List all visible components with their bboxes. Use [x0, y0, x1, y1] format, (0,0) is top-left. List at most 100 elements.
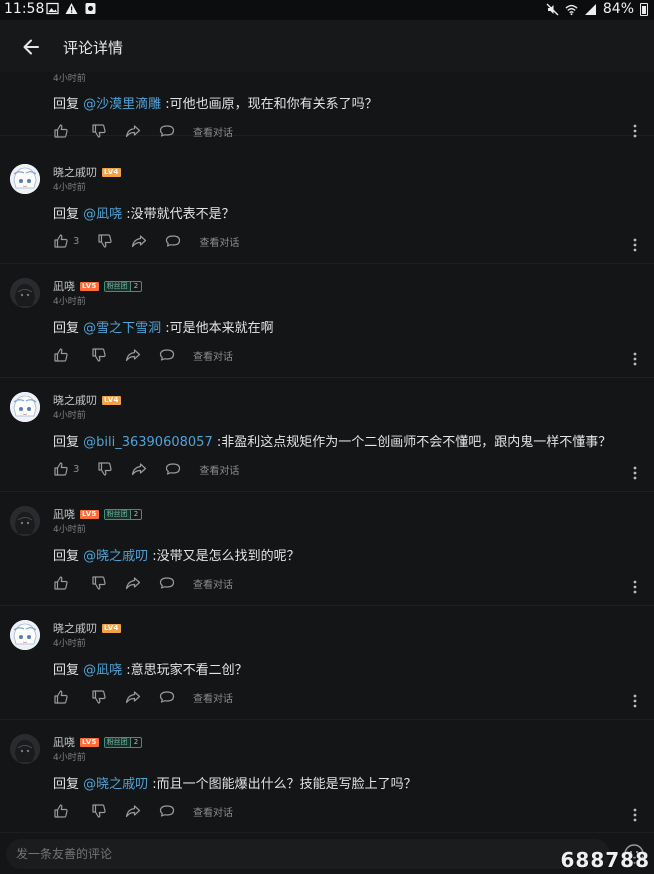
fan-club-name: 粉丝团	[104, 737, 130, 747]
thumbs-up-icon	[54, 690, 68, 704]
user-name[interactable]: 凪哓	[53, 734, 75, 750]
view-dialog-link[interactable]: 查看对话	[199, 234, 239, 249]
mention-link[interactable]: @晓之戚叨	[83, 549, 148, 564]
thumbs-up-icon	[54, 124, 68, 138]
comment-bubble-icon	[166, 235, 181, 247]
anime-avatar-image	[10, 620, 40, 650]
user-name[interactable]: 凪哓	[53, 278, 75, 294]
view-dialog-link[interactable]: 查看对话	[193, 804, 233, 819]
like-button[interactable]	[53, 803, 73, 819]
user-name[interactable]: 晓之戚叨	[53, 620, 97, 636]
share-button[interactable]	[125, 347, 141, 363]
like-button[interactable]	[53, 575, 73, 591]
dislike-button[interactable]	[91, 689, 107, 705]
reply-button[interactable]	[159, 347, 175, 363]
reply-button[interactable]	[159, 575, 175, 591]
watermark: 688788	[560, 848, 650, 872]
dislike-button[interactable]	[91, 347, 107, 363]
dislike-button[interactable]	[91, 803, 107, 819]
share-button[interactable]	[125, 123, 141, 139]
more-vertical-icon[interactable]	[630, 465, 640, 481]
mention-link[interactable]: @bili_36390608057	[83, 435, 213, 450]
mention-link[interactable]: @凪哓	[83, 207, 122, 222]
share-button[interactable]	[131, 461, 147, 477]
reply-button[interactable]	[159, 689, 175, 705]
reply-prefix: 回复	[53, 549, 84, 564]
user-name-row: 凪哓 LV5 粉丝团 2	[53, 278, 143, 294]
reply-content: 回复 @凪哓 :没带就代表不是？	[53, 203, 235, 222]
mention-link[interactable]: @凪哓	[83, 663, 122, 678]
mention-link[interactable]: @晓之戚叨	[83, 777, 148, 792]
avatar[interactable]	[10, 278, 40, 308]
comment-input[interactable]	[6, 839, 610, 869]
avatar[interactable]	[10, 392, 40, 422]
like-button[interactable]	[53, 347, 73, 363]
reply-prefix: 回复	[53, 207, 84, 222]
reply-content: 回复 @雪之下雪洞 :可是他本来就在啊	[53, 317, 274, 336]
like-count: 3	[73, 463, 80, 475]
thumbs-down-icon	[92, 804, 106, 818]
reply-prefix: 回复	[53, 97, 84, 112]
avatar[interactable]	[10, 734, 40, 764]
share-icon	[132, 235, 147, 248]
share-icon	[125, 125, 141, 138]
reply-time: 4小时前	[53, 525, 86, 535]
fan-club-name: 粉丝团	[104, 509, 130, 519]
view-dialog-link[interactable]: 查看对话	[199, 462, 239, 477]
view-dialog-link[interactable]: 查看对话	[193, 348, 233, 363]
avatar[interactable]	[10, 164, 40, 194]
like-button[interactable]: 3	[53, 233, 79, 249]
share-button[interactable]	[125, 803, 141, 819]
user-name[interactable]: 凪哓	[53, 506, 75, 522]
reply-time: 4小时前	[53, 297, 86, 307]
thumbs-up-icon	[54, 576, 68, 590]
view-dialog-link[interactable]: 查看对话	[193, 124, 233, 139]
share-button[interactable]	[131, 233, 147, 249]
avatar[interactable]	[10, 506, 40, 536]
like-button[interactable]: 3	[53, 461, 79, 477]
fan-club-badge[interactable]: 粉丝团 2	[103, 280, 143, 292]
like-button[interactable]	[53, 123, 73, 139]
user-name-row: 凪哓 LV5 粉丝团 2	[53, 506, 143, 522]
avatar[interactable]	[10, 620, 40, 650]
dislike-button[interactable]	[97, 233, 113, 249]
reply-item: 晓之戚叨 LV4 4小时前 回复 @凪哓 :意思玩家不看二创？ 查看对话	[0, 606, 654, 720]
view-dialog-link[interactable]: 查看对话	[193, 576, 233, 591]
more-vertical-icon[interactable]	[630, 579, 640, 595]
reply-item: 凪哓 LV5 粉丝团 2 4小时前 回复 @雪之下雪洞 :可是他本来就在啊 查看对…	[0, 264, 654, 378]
fan-club-badge[interactable]: 粉丝团 2	[103, 736, 143, 748]
reply-button[interactable]	[165, 461, 181, 477]
reply-button[interactable]	[159, 123, 175, 139]
share-button[interactable]	[125, 575, 141, 591]
mute-icon	[546, 3, 559, 15]
reply-time: 4小时前	[53, 639, 86, 649]
back-arrow-icon[interactable]	[18, 33, 46, 61]
reply-actions: 查看对话	[53, 122, 251, 140]
signal-icon	[584, 3, 596, 15]
more-vertical-icon[interactable]	[630, 123, 640, 139]
mention-link[interactable]: @雪之下雪洞	[83, 321, 161, 336]
mention-link[interactable]: @沙漠里滴雕	[83, 97, 161, 112]
fan-club-badge[interactable]: 粉丝团 2	[103, 508, 143, 520]
more-vertical-icon[interactable]	[630, 351, 640, 367]
dislike-button[interactable]	[97, 461, 113, 477]
reply-button[interactable]	[159, 803, 175, 819]
more-vertical-icon[interactable]	[630, 807, 640, 823]
dislike-button[interactable]	[91, 575, 107, 591]
more-vertical-icon[interactable]	[630, 693, 640, 709]
thumbs-up-icon	[54, 462, 68, 476]
share-icon	[125, 349, 141, 362]
reply-content: 回复 @晓之戚叨 :没带又是怎么找到的呢？	[53, 545, 300, 564]
view-dialog-link[interactable]: 查看对话	[193, 690, 233, 705]
app-notification-icon	[85, 3, 96, 14]
reply-actions: 查看对话	[53, 574, 251, 592]
user-name[interactable]: 晓之戚叨	[53, 164, 97, 180]
reply-button[interactable]	[165, 233, 181, 249]
reply-item: 晓之戚叨 LV4 4小时前 回复 @凪哓 :没带就代表不是？ 3 查看对话	[0, 150, 654, 264]
more-vertical-icon[interactable]	[630, 237, 640, 253]
like-button[interactable]	[53, 689, 73, 705]
dislike-button[interactable]	[91, 123, 107, 139]
user-name[interactable]: 晓之戚叨	[53, 392, 97, 408]
status-time: 11:58	[4, 1, 45, 17]
share-button[interactable]	[125, 689, 141, 705]
